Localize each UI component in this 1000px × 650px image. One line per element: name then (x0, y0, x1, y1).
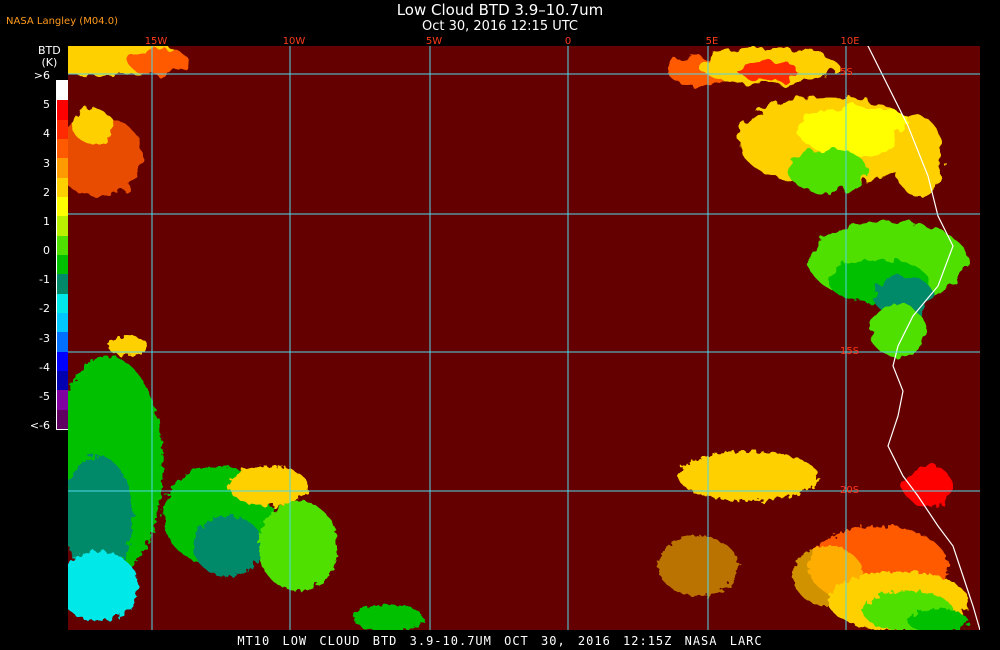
lon-label-10w: 10W (282, 36, 306, 47)
lon-label-10e: 10E (840, 36, 860, 47)
lon-label-15w: 15W (144, 36, 168, 47)
legend-title-unit: (K) (41, 56, 58, 69)
lon-label-0: 0 (564, 36, 572, 47)
lat-label-15s: 15S (840, 346, 860, 357)
lat-label-20s: 20S (840, 485, 860, 496)
color-scale-tick-label: 2 (43, 185, 50, 199)
color-scale-tick-label: 4 (43, 127, 50, 141)
color-scale-tick-label: -2 (39, 302, 50, 316)
color-scale-tick-label: 3 (43, 156, 50, 170)
color-scale-tick-label: -5 (39, 389, 50, 403)
lat-label-5s: 5S (840, 67, 853, 78)
color-scale-tick-label: 5 (43, 98, 50, 112)
legend-title: BTD (K) (38, 45, 61, 69)
northeast-cloud-region (668, 48, 968, 506)
color-scale-tick-label: -3 (39, 331, 50, 345)
map-title: Low Cloud BTD 3.9–10.7um (396, 1, 604, 19)
cloud-field-image (68, 46, 980, 630)
lon-label-5w: 5W (425, 36, 443, 47)
color-scale-tick-label: 0 (43, 244, 50, 257)
map-timestamp: Oct 30, 2016 12:15 UTC (422, 19, 578, 34)
color-scale-tick-label: -4 (39, 360, 50, 374)
color-scale-tick-label: 1 (43, 214, 50, 228)
producer-label: NASA Langley (M04.0) (6, 16, 118, 27)
northwest-cloud-region (68, 46, 188, 196)
southwest-cloud-region (68, 336, 423, 630)
satellite-map (68, 46, 980, 630)
footer-caption: MT10 LOW CLOUD BTD 3.9-10.7UM OCT 30, 20… (237, 634, 763, 648)
color-scale-tick-label: <-6 (29, 419, 50, 432)
color-scale-tick-label: >6 (33, 69, 50, 82)
color-scale-tick-label: -1 (39, 273, 50, 287)
lon-label-5e: 5E (705, 36, 719, 47)
